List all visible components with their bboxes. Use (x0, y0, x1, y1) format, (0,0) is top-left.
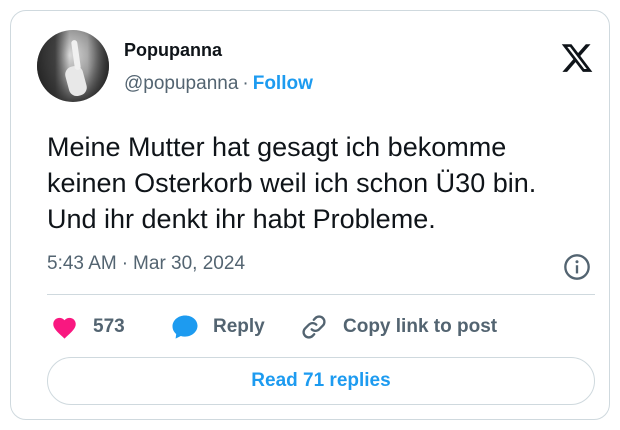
heart-icon (53, 317, 76, 339)
tweet-text: Meine Mutter hat gesagt ich bekomme kein… (47, 132, 537, 234)
tweet-time: 5:43 AM (47, 253, 117, 274)
author-handle[interactable]: @popupanna (124, 73, 238, 94)
handle-separator: · (242, 73, 249, 94)
tweet-date: Mar 30, 2024 (133, 253, 246, 274)
author-handle-row: @popupanna · Follow (124, 73, 313, 95)
timestamp-separator: · (121, 253, 129, 274)
x-logo-icon[interactable] (559, 41, 595, 75)
like-button[interactable]: 573 (51, 310, 125, 344)
like-count: 573 (93, 316, 125, 337)
follow-link[interactable]: Follow (253, 73, 313, 94)
reply-label: Reply (213, 316, 265, 337)
link-icon (302, 315, 326, 339)
author-name[interactable]: Popupanna (124, 40, 222, 61)
tweet-timestamp[interactable]: 5:43 AM · Mar 30, 2024 (47, 253, 245, 275)
speech-bubble-icon (172, 315, 198, 339)
avatar[interactable] (37, 30, 109, 102)
tweet-card: Popupanna @popupanna · Follow Meine Mutter… (10, 10, 610, 420)
read-replies-button[interactable]: Read 71 replies (47, 357, 595, 405)
divider (47, 294, 595, 295)
info-icon[interactable] (563, 253, 591, 281)
copy-link-label: Copy link to post (343, 316, 498, 337)
copy-link-button[interactable]: Copy link to post (299, 310, 497, 344)
action-bar: 573 Reply Copy link to post (47, 310, 595, 344)
reply-button[interactable]: Reply (171, 310, 265, 344)
